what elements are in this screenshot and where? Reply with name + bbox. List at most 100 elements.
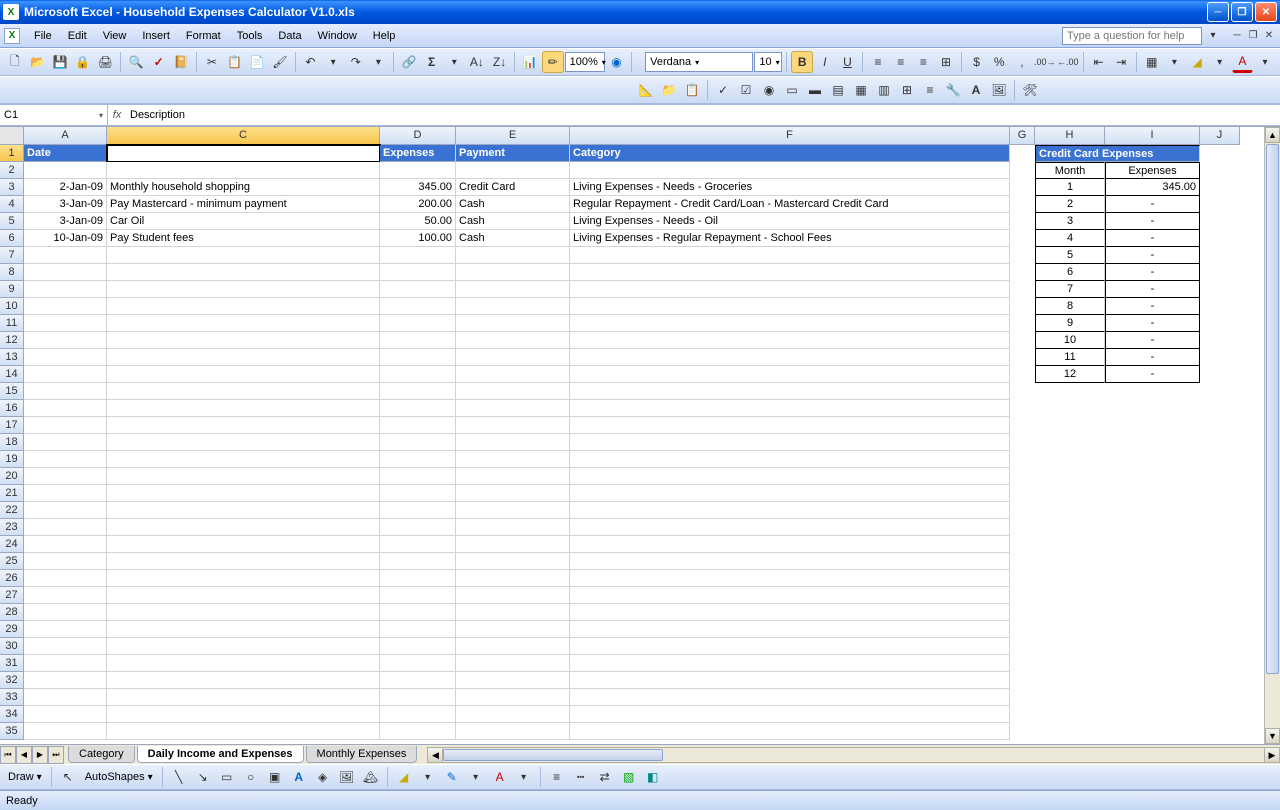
col-header-E[interactable]: E	[456, 127, 570, 145]
cell-I5[interactable]: -	[1105, 213, 1200, 230]
cell-C16[interactable]	[107, 400, 380, 417]
cell-J1[interactable]	[1200, 145, 1240, 162]
cell-I35[interactable]	[1105, 723, 1200, 740]
cell-F35[interactable]	[570, 723, 1010, 740]
cell-J23[interactable]	[1200, 519, 1240, 536]
cell-F28[interactable]	[570, 604, 1010, 621]
cell-H15[interactable]	[1035, 383, 1105, 400]
fill-color-icon[interactable]: ◢	[1186, 51, 1208, 73]
row-header-20[interactable]: 20	[0, 468, 24, 485]
autosum-icon[interactable]: Σ	[421, 51, 443, 73]
dash-style-icon[interactable]: ┅	[570, 766, 592, 788]
cell-H12[interactable]: 10	[1035, 332, 1105, 349]
cell-E14[interactable]	[456, 366, 570, 383]
col-header-H[interactable]: H	[1035, 127, 1105, 145]
cell-F25[interactable]	[570, 553, 1010, 570]
vertical-scrollbar[interactable]: ▲ ▼	[1264, 127, 1280, 744]
restore-workbook-button[interactable]: ─	[1230, 29, 1244, 43]
font-color-icon[interactable]: A	[1232, 51, 1254, 73]
row-header-4[interactable]: 4	[0, 196, 24, 213]
comma-style-icon[interactable]: ,	[1011, 51, 1033, 73]
cell-D2[interactable]	[380, 162, 456, 179]
cell-F33[interactable]	[570, 689, 1010, 706]
menu-help[interactable]: Help	[365, 27, 404, 45]
cell-H29[interactable]	[1035, 621, 1105, 638]
cell-E17[interactable]	[456, 417, 570, 434]
cell-G20[interactable]	[1010, 468, 1035, 485]
cell-E4[interactable]: Cash	[456, 196, 570, 213]
row-header-14[interactable]: 14	[0, 366, 24, 383]
cell-C15[interactable]	[107, 383, 380, 400]
font-color-draw-dropdown-icon[interactable]: ▾	[513, 766, 535, 788]
cell-H7[interactable]: 5	[1035, 247, 1105, 264]
cell-E19[interactable]	[456, 451, 570, 468]
cell-C25[interactable]	[107, 553, 380, 570]
cell-J11[interactable]	[1200, 315, 1240, 332]
cell-D29[interactable]	[380, 621, 456, 638]
cell-E20[interactable]	[456, 468, 570, 485]
cell-C30[interactable]	[107, 638, 380, 655]
cell-G1[interactable]	[1010, 145, 1035, 162]
oval-icon[interactable]: ○	[240, 766, 262, 788]
tb2-icon-1[interactable]: 📐	[635, 79, 657, 101]
cell-H9[interactable]: 7	[1035, 281, 1105, 298]
cell-I4[interactable]: -	[1105, 196, 1200, 213]
cell-J7[interactable]	[1200, 247, 1240, 264]
cell-J26[interactable]	[1200, 570, 1240, 587]
cell-G6[interactable]	[1010, 230, 1035, 247]
cell-A13[interactable]	[24, 349, 107, 366]
col-header-J[interactable]: J	[1200, 127, 1240, 145]
cell-G32[interactable]	[1010, 672, 1035, 689]
row-header-30[interactable]: 30	[0, 638, 24, 655]
cell-A25[interactable]	[24, 553, 107, 570]
tb2-icon-17[interactable]: 🛠	[1019, 79, 1041, 101]
help-icon[interactable]: ◉	[606, 51, 628, 73]
cell-H14[interactable]: 12	[1035, 366, 1105, 383]
cell-A7[interactable]	[24, 247, 107, 264]
cell-J28[interactable]	[1200, 604, 1240, 621]
format-painter-icon[interactable]: 🖌	[269, 51, 291, 73]
cell-G19[interactable]	[1010, 451, 1035, 468]
cell-F17[interactable]	[570, 417, 1010, 434]
row-header-33[interactable]: 33	[0, 689, 24, 706]
cell-H22[interactable]	[1035, 502, 1105, 519]
cell-G22[interactable]	[1010, 502, 1035, 519]
cell-A29[interactable]	[24, 621, 107, 638]
row-header-12[interactable]: 12	[0, 332, 24, 349]
cell-D22[interactable]	[380, 502, 456, 519]
cell-J9[interactable]	[1200, 281, 1240, 298]
cell-J10[interactable]	[1200, 298, 1240, 315]
cell-E10[interactable]	[456, 298, 570, 315]
row-header-15[interactable]: 15	[0, 383, 24, 400]
picture-icon[interactable]: 🏔	[360, 766, 382, 788]
cell-H11[interactable]: 9	[1035, 315, 1105, 332]
cell-I24[interactable]	[1105, 536, 1200, 553]
cell-I15[interactable]	[1105, 383, 1200, 400]
line-icon[interactable]: ╲	[168, 766, 190, 788]
cell-G9[interactable]	[1010, 281, 1035, 298]
cell-E28[interactable]	[456, 604, 570, 621]
cell-C32[interactable]	[107, 672, 380, 689]
cell-D11[interactable]	[380, 315, 456, 332]
cell-F12[interactable]	[570, 332, 1010, 349]
redo-dropdown-icon[interactable]: ▾	[368, 51, 390, 73]
cell-C28[interactable]	[107, 604, 380, 621]
cell-G28[interactable]	[1010, 604, 1035, 621]
row-header-11[interactable]: 11	[0, 315, 24, 332]
cell-F26[interactable]	[570, 570, 1010, 587]
cell-I23[interactable]	[1105, 519, 1200, 536]
cell-D3[interactable]: 345.00	[380, 179, 456, 196]
cell-C17[interactable]	[107, 417, 380, 434]
cell-F10[interactable]	[570, 298, 1010, 315]
cell-C6[interactable]: Pay Student fees	[107, 230, 380, 247]
cell-D12[interactable]	[380, 332, 456, 349]
cell-C13[interactable]	[107, 349, 380, 366]
cell-A33[interactable]	[24, 689, 107, 706]
increase-decimal-icon[interactable]: .00→	[1034, 51, 1056, 73]
cell-D16[interactable]	[380, 400, 456, 417]
textbox-icon[interactable]: ▣	[264, 766, 286, 788]
tb2-icon-2[interactable]: 📁	[658, 79, 680, 101]
close-workbook-button[interactable]: ✕	[1262, 29, 1276, 43]
cell-A14[interactable]	[24, 366, 107, 383]
tb2-icon-3[interactable]: 📋	[681, 79, 703, 101]
